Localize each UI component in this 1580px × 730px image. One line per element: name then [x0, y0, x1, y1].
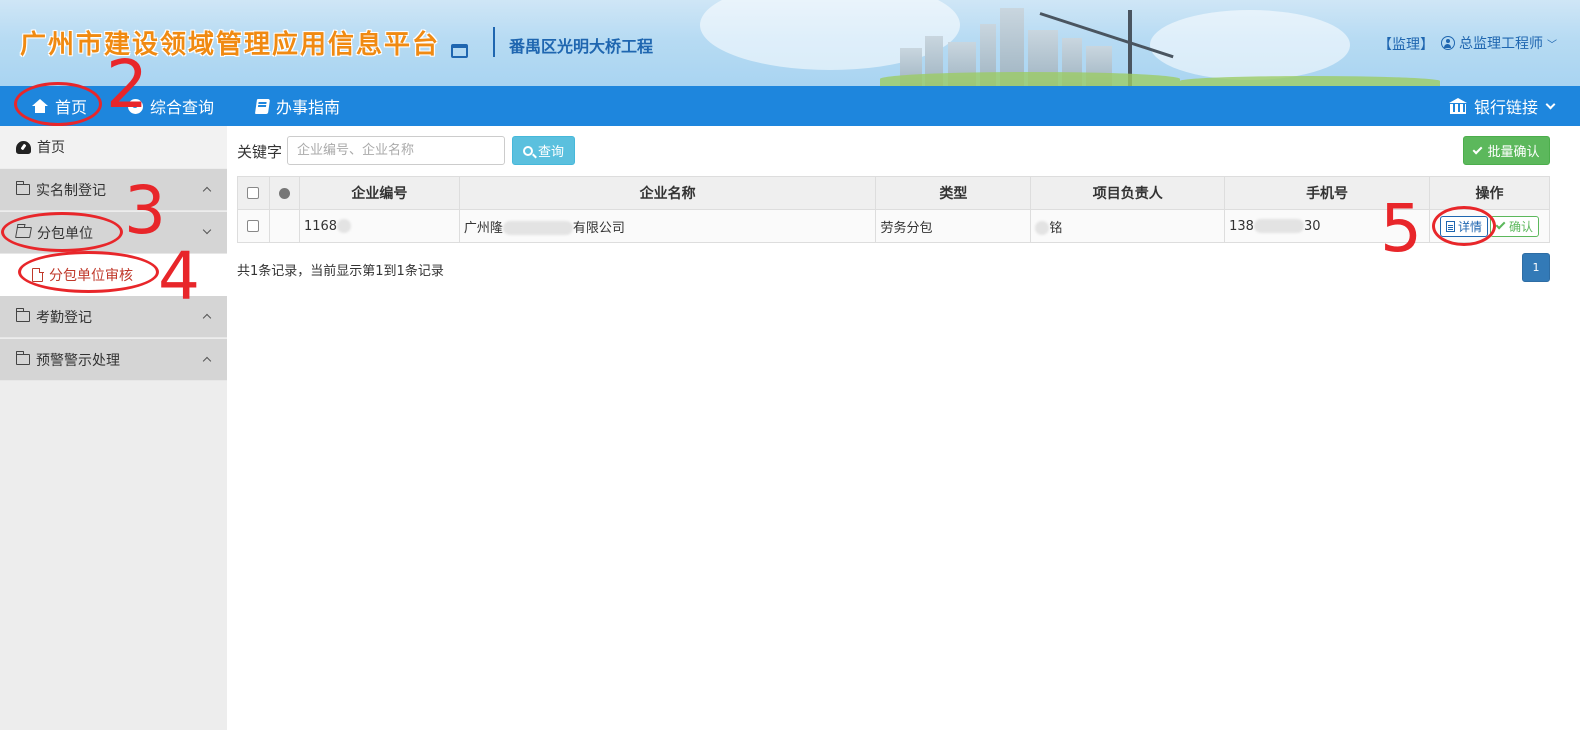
- record-summary: 共1条记录，当前显示第1到1条记录: [237, 264, 444, 279]
- user-circle-icon: [1441, 36, 1455, 50]
- search-label: 关键字: [237, 143, 283, 161]
- window-icon[interactable]: [451, 44, 468, 58]
- batch-confirm-button[interactable]: 批量确认: [1463, 136, 1550, 165]
- folder-open-icon: [15, 227, 32, 238]
- role-label: 【监理】: [1378, 37, 1434, 53]
- globe-icon: [128, 98, 143, 114]
- nav-home[interactable]: 首页: [32, 86, 87, 126]
- column-header[interactable]: 手机号: [1224, 176, 1430, 210]
- sidebar-item-label: 分包单位审核: [49, 268, 133, 284]
- sidebar-group-realname[interactable]: 实名制登记: [0, 169, 227, 211]
- company-type-cell: 劳务分包: [875, 209, 1032, 243]
- manager-cell: 铭: [1030, 209, 1226, 243]
- sidebar-item-label: 分包单位: [37, 225, 93, 242]
- sidebar: 首页 实名制登记 分包单位 分包单位审核 考勤登记 预警警示处理: [0, 126, 227, 730]
- column-header[interactable]: 企业编号: [298, 176, 460, 210]
- redaction-blur: [337, 219, 352, 233]
- document-icon: [1445, 220, 1455, 232]
- status-dot-icon: [278, 187, 290, 199]
- check-icon: [1495, 219, 1506, 230]
- header-banner: 广州市建设领域管理应用信息平台 番禺区光明大桥工程 【监理】 总监理工程师 ﹀: [0, 0, 1580, 86]
- column-header: 操作: [1428, 176, 1551, 210]
- project-name: 番禺区光明大桥工程: [509, 37, 654, 56]
- nav-bank-links[interactable]: 银行链接: [1449, 86, 1556, 126]
- sidebar-group-attendance[interactable]: 考勤登记: [0, 296, 227, 338]
- chevron-up-icon: [202, 186, 212, 196]
- chevron-down-icon: [1545, 99, 1556, 109]
- folder-icon: [15, 308, 30, 322]
- bank-icon: [1449, 98, 1467, 114]
- phone-suffix: 30: [1303, 218, 1321, 234]
- folder-icon: [15, 181, 30, 195]
- user-menu[interactable]: 总监理工程师 ﹀: [1441, 33, 1557, 53]
- nav-guide[interactable]: 办事指南: [254, 86, 341, 126]
- file-icon: [32, 267, 44, 282]
- company-code: 1168: [303, 218, 338, 234]
- search-button-label: 查询: [537, 145, 564, 160]
- company-name-cell: 广州隆 有限公司: [458, 209, 877, 243]
- chevron-down-icon: ﹀: [1547, 39, 1557, 51]
- folder-icon: [15, 351, 30, 365]
- subcontractor-table: 企业编号 企业名称 类型 项目负责人 手机号 操作 1168 广州隆 有限公司 劳…: [237, 176, 1551, 243]
- sidebar-item-subcontract-review[interactable]: 分包单位审核: [0, 254, 227, 296]
- redaction-blur: [1035, 221, 1050, 235]
- column-header[interactable]: 企业名称: [458, 176, 877, 210]
- column-header[interactable]: 项目负责人: [1030, 176, 1226, 210]
- banner-cloud: [1150, 10, 1350, 80]
- dashboard-icon: [16, 140, 31, 154]
- nav-guide-label: 办事指南: [276, 98, 341, 117]
- chevron-up-icon: [202, 313, 212, 323]
- sidebar-item-label: 考勤登记: [36, 309, 92, 326]
- book-icon: [254, 98, 271, 114]
- banner-greenery: [1180, 76, 1440, 86]
- user-name: 总监理工程师: [1459, 36, 1543, 52]
- phone-prefix: 138: [1229, 218, 1254, 234]
- table-header-row: 企业编号 企业名称 类型 项目负责人 手机号 操作: [237, 176, 1551, 210]
- detail-button-label: 详情: [1457, 219, 1482, 234]
- sidebar-item-label: 首页: [37, 140, 65, 156]
- nav-comprehensive-query[interactable]: 综合查询: [128, 86, 214, 126]
- status-header: [268, 176, 300, 210]
- chevron-up-icon: [202, 356, 212, 366]
- search-input[interactable]: [287, 136, 505, 165]
- select-all-checkbox[interactable]: [247, 187, 260, 199]
- banner-greenery: [880, 72, 1180, 86]
- manager-name: 铭: [1049, 220, 1063, 236]
- row-status-cell: [268, 209, 300, 243]
- sidebar-item-label: 实名制登记: [36, 182, 106, 199]
- confirm-button[interactable]: 确认: [1489, 215, 1539, 237]
- company-code-cell: 1168: [298, 209, 460, 243]
- batch-confirm-label: 批量确认: [1487, 145, 1540, 160]
- sidebar-group-warning[interactable]: 预警警示处理: [0, 339, 227, 381]
- check-icon: [1473, 144, 1483, 154]
- search-button[interactable]: 查询: [512, 136, 575, 165]
- row-checkbox[interactable]: [247, 220, 260, 232]
- site-title: 广州市建设领域管理应用信息平台: [20, 30, 441, 60]
- redaction-blur: [1253, 219, 1304, 233]
- pagination-page-button[interactable]: 1: [1522, 253, 1550, 282]
- nav-query-label: 综合查询: [150, 98, 215, 117]
- page: 广州市建设领域管理应用信息平台 番禺区光明大桥工程 【监理】 总监理工程师 ﹀ …: [0, 0, 1580, 730]
- sidebar-group-subcontract[interactable]: 分包单位: [0, 212, 227, 254]
- table-row: 1168 广州隆 有限公司 劳务分包 铭 138 30 详情 确认: [237, 209, 1551, 243]
- column-header[interactable]: 类型: [875, 176, 1032, 210]
- company-name-prefix: 广州隆: [463, 220, 503, 236]
- confirm-button-label: 确认: [1508, 219, 1533, 234]
- operation-cell: 详情 确认: [1428, 209, 1551, 243]
- header-divider: [493, 27, 495, 57]
- nav-bank-label: 银行链接: [1474, 98, 1539, 117]
- sidebar-item-label: 预警警示处理: [36, 352, 120, 369]
- chevron-down-icon: [202, 225, 212, 235]
- detail-button[interactable]: 详情: [1439, 215, 1488, 237]
- phone-cell: 138 30: [1224, 209, 1430, 243]
- search-icon: [522, 145, 533, 156]
- sidebar-item-home[interactable]: 首页: [0, 126, 227, 168]
- select-all-cell: [237, 176, 270, 210]
- home-icon: [32, 99, 48, 113]
- redaction-blur: [502, 221, 573, 235]
- row-select-cell: [237, 209, 270, 243]
- nav-home-label: 首页: [55, 98, 88, 117]
- top-navbar: 首页 综合查询 办事指南 银行链接: [0, 86, 1580, 126]
- company-name-suffix: 有限公司: [572, 220, 625, 236]
